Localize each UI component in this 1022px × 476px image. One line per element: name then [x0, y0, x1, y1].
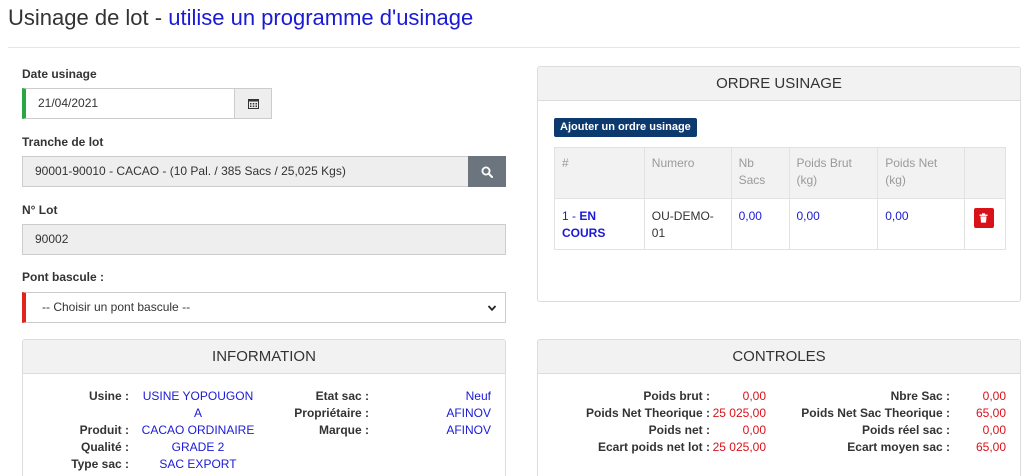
ordre-table: # Numero Nb Sacs Poids Brut (kg) Poids N…	[554, 147, 1007, 250]
information-title: INFORMATION	[23, 340, 505, 374]
type-sac-value: SAC EXPORT	[159, 457, 237, 471]
col-poids-net: Poids Net (kg)	[877, 147, 965, 199]
qualite-label: Qualité :	[80, 440, 129, 454]
produit-label: Produit :	[79, 423, 129, 437]
ordre-usinage-panel: ORDRE USINAGE Ajouter un ordre usinage #…	[537, 66, 1021, 302]
pont-selected-value: -- Choisir un pont bascule --	[42, 300, 191, 314]
col-numero: Numero	[643, 147, 732, 199]
col-actions	[963, 147, 1007, 199]
delete-button[interactable]	[973, 208, 994, 228]
etat-sac-value: Neuf	[465, 389, 491, 403]
chevron-down-icon	[487, 305, 497, 312]
type-sac-label: Type sac :	[71, 457, 129, 471]
poids-net-theorique-value: 25 025,00	[712, 406, 766, 420]
col-poids-brut: Poids Brut (kg)	[788, 147, 879, 199]
table-header-row: # Numero Nb Sacs Poids Brut (kg) Poids N…	[554, 147, 1007, 199]
ecart-moyen-sac-value: 65,00	[975, 440, 1006, 454]
tranche-input[interactable]: 90001-90010 - CACAO - (10 Pal. / 385 Sac…	[22, 156, 468, 187]
row-poids-net: 0,00	[877, 198, 965, 250]
poids-net-sac-theorique-value: 65,00	[975, 406, 1006, 420]
date-input[interactable]: 21/04/2021	[22, 88, 234, 119]
proprietaire-value: AFINOV	[446, 406, 491, 420]
row-index: 1 -	[562, 209, 577, 223]
poids-brut-label: Poids brut :	[643, 389, 710, 403]
ordre-usinage-title: ORDRE USINAGE	[538, 67, 1020, 101]
pont-bascule-select[interactable]: -- Choisir un pont bascule --	[22, 292, 506, 323]
produit-value: CACAO ORDINAIRE	[141, 423, 255, 437]
col-index: #	[554, 147, 645, 199]
poids-net-value: 0,00	[742, 423, 766, 437]
marque-label: Marque :	[318, 423, 369, 437]
calendar-button[interactable]	[234, 88, 272, 119]
lot-label: N° Lot	[22, 203, 58, 217]
calendar-icon	[247, 99, 259, 109]
date-field-group: 21/04/2021	[22, 88, 272, 119]
tranche-field-group: 90001-90010 - CACAO - (10 Pal. / 385 Sac…	[22, 156, 506, 187]
usine-value: USINE YOPOUGON A	[142, 389, 254, 420]
page-title: Usinage de lot - utilise un programme d'…	[8, 5, 473, 31]
add-ordre-button[interactable]: Ajouter un ordre usinage	[554, 118, 697, 137]
qualite-value: GRADE 2	[171, 440, 225, 454]
header-divider	[8, 47, 1020, 48]
poids-brut-value: 0,00	[742, 389, 766, 403]
page-subtitle: utilise un programme d'usinage	[168, 5, 474, 30]
proprietaire-label: Propriétaire :	[294, 406, 369, 420]
controles-panel: CONTROLES Poids brut : 0,00 Poids Net Th…	[537, 339, 1021, 476]
row-nb-sacs: 0,00	[730, 198, 790, 250]
search-button[interactable]	[468, 156, 506, 187]
poids-net-sac-theorique-label: Poids Net Sac Theorique :	[801, 406, 950, 420]
pont-label: Pont bascule :	[22, 270, 105, 284]
row-actions	[963, 198, 1007, 250]
search-icon	[481, 166, 493, 178]
table-row: 1 - EN COURS OU-DEMO-01 0,00 0,00 0,00	[554, 198, 1007, 250]
poids-net-label: Poids net :	[648, 423, 710, 437]
etat-sac-label: Etat sac :	[315, 389, 369, 403]
date-label: Date usinage	[22, 67, 97, 81]
poids-net-theorique-label: Poids Net Theorique :	[585, 406, 710, 420]
row-index-cell: 1 - EN COURS	[554, 198, 645, 250]
row-numero: OU-DEMO-01	[643, 198, 732, 250]
nbre-sac-value: 0,00	[982, 389, 1006, 403]
col-nb-sacs: Nb Sacs	[730, 147, 790, 199]
poids-reel-sac-label: Poids réel sac :	[861, 423, 950, 437]
marque-value: AFINOV	[446, 423, 491, 437]
trash-icon	[979, 213, 988, 223]
page-title-main: Usinage de lot -	[8, 5, 163, 30]
poids-reel-sac-value: 0,00	[982, 423, 1006, 437]
row-poids-brut: 0,00	[788, 198, 879, 250]
ecart-poids-net-lot-value: 25 025,00	[712, 440, 766, 454]
ecart-moyen-sac-label: Ecart moyen sac :	[847, 440, 950, 454]
nbre-sac-label: Nbre Sac :	[890, 389, 950, 403]
information-panel: INFORMATION Usine : USINE YOPOUGON A Pro…	[22, 339, 506, 476]
tranche-label: Tranche de lot	[22, 135, 104, 149]
controles-title: CONTROLES	[538, 340, 1020, 374]
lot-input[interactable]: 90002	[22, 224, 506, 255]
usine-label: Usine :	[88, 389, 129, 403]
ecart-poids-net-lot-label: Ecart poids net lot :	[597, 440, 710, 454]
